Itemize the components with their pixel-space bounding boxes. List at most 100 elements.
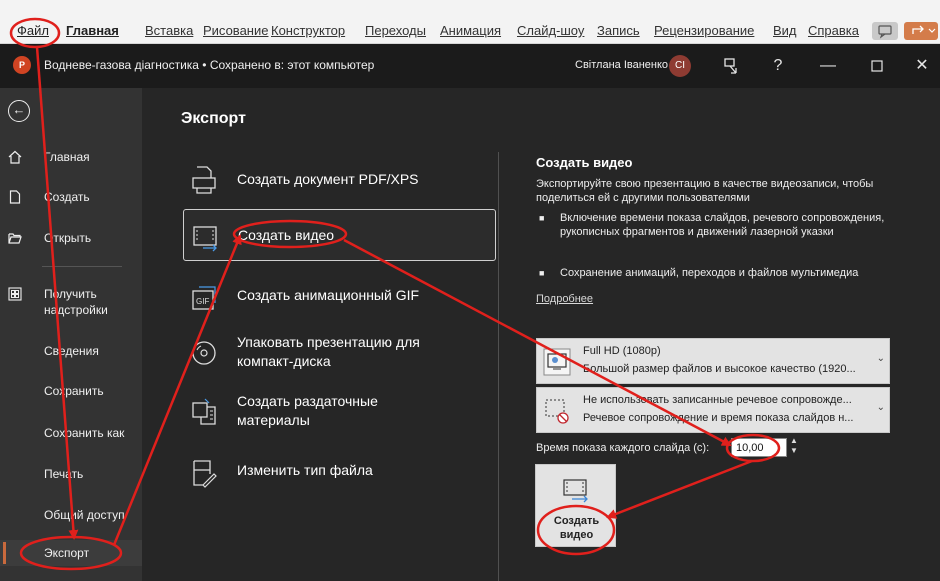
option-label: Создать анимационный GIF xyxy=(237,287,420,303)
minimize-button[interactable]: — xyxy=(812,50,844,82)
nav-item-save[interactable]: Сохранить xyxy=(0,378,142,404)
coauthor-icon xyxy=(724,58,737,74)
nav-item-new[interactable]: Создать xyxy=(0,184,142,210)
maximize-button[interactable] xyxy=(861,50,893,82)
maximize-icon xyxy=(871,60,883,72)
bullet-icon: ■ xyxy=(539,268,545,278)
close-icon: ✕ xyxy=(915,57,929,74)
back-arrow-icon[interactable]: ← xyxy=(8,100,30,122)
tab-draw[interactable]: Рисование xyxy=(203,23,268,39)
option-label: Создать видео xyxy=(238,227,335,243)
home-icon xyxy=(8,150,22,164)
quality-subtitle: Большой размер файлов и высокое качество… xyxy=(583,363,856,375)
share-icon xyxy=(912,25,936,34)
change-filetype-icon xyxy=(193,460,217,488)
option-label: Создать документ PDF/XPS xyxy=(237,171,419,187)
chevron-up-icon[interactable]: ▲ xyxy=(787,436,801,446)
slide-duration-input[interactable] xyxy=(731,438,787,457)
document-title: Водневе-газова діагностика • Сохранено в… xyxy=(44,58,375,72)
nav-item-label: Сведения xyxy=(44,344,99,358)
detail-description: Экспортируйте свою презентацию в качеств… xyxy=(536,178,874,204)
create-video-label: Создать видео xyxy=(553,515,600,541)
detail-title: Создать видео xyxy=(536,155,633,170)
handouts-icon xyxy=(192,398,216,425)
nav-item-home[interactable]: Главная xyxy=(0,144,142,170)
nav-item-print[interactable]: Печать xyxy=(0,461,142,487)
cd-icon xyxy=(192,341,216,365)
learn-more-link[interactable]: Подробнее xyxy=(536,293,593,305)
chevron-down-icon[interactable]: ▼ xyxy=(787,446,801,456)
help-button[interactable]: ? xyxy=(762,50,794,82)
option-create-pdf-xps[interactable]: Создать документ PDF/XPS xyxy=(183,153,496,205)
option-label: Изменить тип файла xyxy=(237,462,373,478)
nav-item-label: Получить надстройки xyxy=(44,287,108,317)
bullet-text: Сохранение анимаций, переходов и файлов … xyxy=(560,267,859,279)
chevron-down-icon: ⌄ xyxy=(876,402,885,413)
question-icon: ? xyxy=(773,57,783,74)
nav-item-label: Общий доступ xyxy=(44,508,125,522)
close-button[interactable]: ✕ xyxy=(906,50,938,82)
nav-item-export[interactable]: Экспорт xyxy=(0,540,142,566)
tab-insert[interactable]: Вставка xyxy=(145,23,193,39)
bullet-icon: ■ xyxy=(539,213,545,223)
option-label: Создать раздаточные материалы xyxy=(237,393,378,428)
user-name[interactable]: Світлана Іваненко xyxy=(575,59,668,71)
quality-dropdown[interactable]: Full HD (1080p) Большой размер файлов и … xyxy=(536,338,890,384)
folder-open-icon xyxy=(8,233,22,244)
option-create-video[interactable]: Создать видео xyxy=(183,209,496,261)
video-icon xyxy=(563,479,588,503)
page-title: Экспорт xyxy=(181,110,246,127)
tab-slideshow[interactable]: Слайд-шоу xyxy=(517,23,584,39)
slide-duration-label: Время показа каждого слайда (с): xyxy=(536,442,710,454)
narration-subtitle: Речевое сопровождение и время показа сла… xyxy=(583,412,854,424)
pdf-xps-icon xyxy=(192,166,216,194)
svg-text:GIF: GIF xyxy=(196,297,209,306)
nav-item-label: Печать xyxy=(44,467,84,481)
tab-record[interactable]: Запись xyxy=(597,23,640,39)
addins-icon xyxy=(8,287,22,301)
tab-review[interactable]: Рецензирование xyxy=(654,23,754,39)
gif-icon: GIF xyxy=(192,286,216,310)
nav-item-label: Сохранить как xyxy=(44,426,125,440)
ribbon-tabs-bar: Файл Главная Вставка Рисование Конструкт… xyxy=(0,0,940,44)
bullet-text: Включение времени показа слайдов, речево… xyxy=(560,212,885,238)
tab-home[interactable]: Главная xyxy=(66,23,119,39)
narration-title: Не использовать записанные речевое сопро… xyxy=(583,394,852,406)
coauthoring-button[interactable] xyxy=(716,50,748,82)
nav-item-label: Экспорт xyxy=(44,546,90,560)
nav-item-addins[interactable]: Получить надстройки xyxy=(0,286,142,320)
narration-dropdown[interactable]: Не использовать записанные речевое сопро… xyxy=(536,387,890,433)
tab-help[interactable]: Справка xyxy=(808,23,859,39)
powerpoint-logo-icon: P xyxy=(13,56,31,74)
comment-icon xyxy=(878,25,892,39)
tab-view[interactable]: Вид xyxy=(773,23,797,39)
nav-item-open[interactable]: Открыть xyxy=(0,225,142,251)
tab-transitions[interactable]: Переходы xyxy=(365,23,426,39)
tab-animations[interactable]: Анимация xyxy=(440,23,501,39)
option-create-handouts[interactable]: Создать раздаточные материалы xyxy=(183,385,496,441)
panel-divider xyxy=(498,152,499,581)
tab-design[interactable]: Конструктор xyxy=(271,23,345,39)
option-change-file-type[interactable]: Изменить тип файла xyxy=(183,446,496,498)
tab-file[interactable]: Файл xyxy=(17,23,49,39)
new-file-icon xyxy=(9,190,21,204)
option-create-gif[interactable]: GIF Создать анимационный GIF xyxy=(183,271,496,323)
comments-button[interactable] xyxy=(872,22,898,40)
nav-item-label: Создать xyxy=(44,190,90,204)
share-button[interactable] xyxy=(904,22,938,40)
option-package-cd[interactable]: Упаковать презентацию для компакт-диска xyxy=(183,326,496,382)
video-icon xyxy=(193,226,217,252)
nav-item-share[interactable]: Общий доступ xyxy=(0,502,142,528)
nav-divider xyxy=(42,266,122,267)
nav-item-label: Сохранить xyxy=(44,384,104,398)
nav-item-info[interactable]: Сведения xyxy=(0,338,142,364)
slide-duration-stepper[interactable]: ▲ ▼ xyxy=(787,436,801,458)
avatar[interactable]: CI xyxy=(669,55,691,77)
create-video-button[interactable]: Создать видео xyxy=(535,464,616,547)
option-label: Упаковать презентацию для компакт-диска xyxy=(237,334,420,369)
chevron-down-icon: ⌄ xyxy=(876,353,885,364)
minimize-icon: — xyxy=(820,57,836,74)
nav-item-label: Открыть xyxy=(44,231,92,245)
nav-item-save-as[interactable]: Сохранить как xyxy=(0,420,142,446)
no-narration-icon xyxy=(545,399,569,424)
